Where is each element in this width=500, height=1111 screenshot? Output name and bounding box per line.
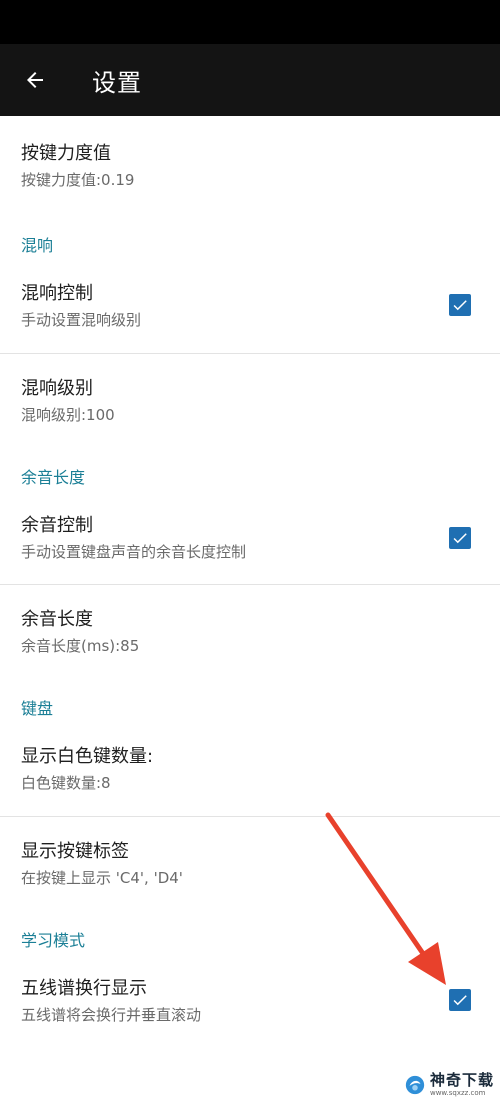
setting-summary: 按键力度值:0.19: [21, 171, 135, 189]
setting-title: 余音控制: [21, 515, 93, 536]
setting-white-key-count[interactable]: 显示白色键数量: 白色键数量:8: [0, 719, 500, 816]
setting-summary: 余音长度(ms):85: [21, 637, 140, 655]
setting-title: 混响控制: [21, 283, 93, 304]
setting-staff-wrap[interactable]: 五线谱换行显示 五线谱将会换行并垂直滚动: [0, 951, 500, 1047]
setting-summary: 手动设置键盘声音的余音长度控制: [21, 543, 247, 561]
setting-title: 五线谱换行显示: [21, 978, 147, 999]
reverb-control-checkbox[interactable]: [449, 294, 471, 316]
app-bar: 设置: [0, 44, 500, 116]
page-title: 设置: [92, 68, 142, 97]
setting-title: 按键力度值: [21, 143, 111, 164]
setting-title: 余音长度: [21, 609, 93, 630]
status-bar: [0, 0, 500, 44]
back-button[interactable]: [0, 44, 70, 116]
checkmark-icon: [453, 533, 467, 544]
category-reverb: 混响: [21, 236, 54, 255]
setting-title: 显示白色键数量:: [21, 746, 154, 767]
watermark-sub-text: www.sqxzz.com: [429, 1089, 486, 1097]
setting-title: 显示按键标签: [21, 841, 129, 862]
watermark: 神奇下载 www.sqxzz.com: [404, 1072, 494, 1098]
setting-title: 混响级别: [21, 378, 93, 399]
setting-reverb-level[interactable]: 混响级别 混响级别:100: [0, 354, 500, 450]
watermark-main-text: 神奇下载: [429, 1071, 494, 1089]
setting-summary: 混响级别:100: [21, 406, 115, 424]
sustain-control-checkbox[interactable]: [449, 527, 471, 549]
staff-wrap-checkbox[interactable]: [449, 989, 471, 1011]
setting-summary: 五线谱将会换行并垂直滚动: [21, 1006, 202, 1024]
setting-summary: 手动设置混响级别: [21, 311, 142, 329]
checkmark-icon: [453, 300, 467, 311]
setting-reverb-control[interactable]: 混响控制 手动设置混响级别: [0, 256, 500, 353]
setting-sustain-length[interactable]: 余音长度 余音长度(ms):85: [0, 585, 500, 681]
setting-key-force[interactable]: 按键力度值 按键力度值:0.19: [0, 116, 500, 212]
category-learning: 学习模式: [21, 931, 86, 950]
back-arrow-icon: [27, 72, 43, 88]
checkmark-icon: [453, 995, 467, 1006]
setting-summary: 白色键数量:8: [21, 774, 111, 792]
setting-summary: 在按键上显示 'C4', 'D4': [21, 869, 183, 887]
category-sustain: 余音长度: [21, 468, 86, 487]
settings-list: 按键力度值 按键力度值:0.19 混响 混响控制 手动设置混响级别 混响级别 混…: [0, 116, 500, 1047]
category-keyboard: 键盘: [21, 699, 54, 718]
setting-sustain-control[interactable]: 余音控制 手动设置键盘声音的余音长度控制: [0, 488, 500, 584]
setting-key-labels[interactable]: 显示按键标签 在按键上显示 'C4', 'D4': [0, 817, 500, 913]
site-logo-icon: [405, 1075, 425, 1095]
